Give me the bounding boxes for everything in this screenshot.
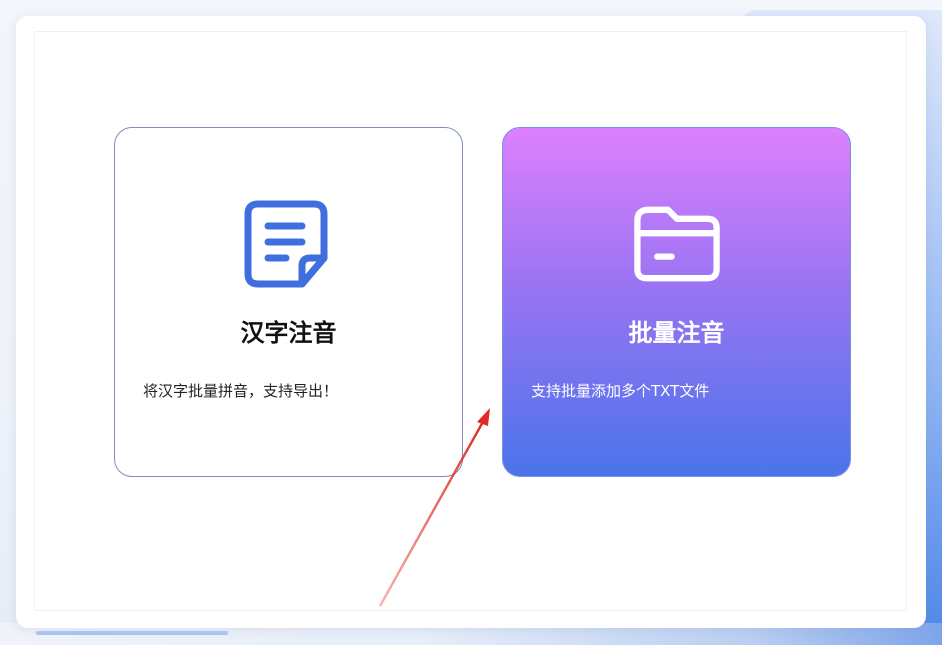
main-window: 汉字注音 将汉字批量拼音，支持导出！ 批量注音 支持批量添加多个TXT文件 (16, 16, 926, 628)
scroll-indicator[interactable] (36, 631, 228, 635)
document-icon (244, 200, 327, 288)
card-description: 支持批量添加多个TXT文件 (531, 382, 710, 400)
card-title: 汉字注音 (240, 319, 337, 347)
batch-zhuyin-card[interactable]: 批量注音 支持批量添加多个TXT文件 (502, 127, 851, 477)
card-title: 批量注音 (628, 319, 725, 347)
card-description: 将汉字批量拼音，支持导出！ (143, 382, 339, 400)
folder-icon (633, 206, 720, 282)
hanzi-zhuyin-card[interactable]: 汉字注音 将汉字批量拼音，支持导出！ (114, 127, 463, 477)
